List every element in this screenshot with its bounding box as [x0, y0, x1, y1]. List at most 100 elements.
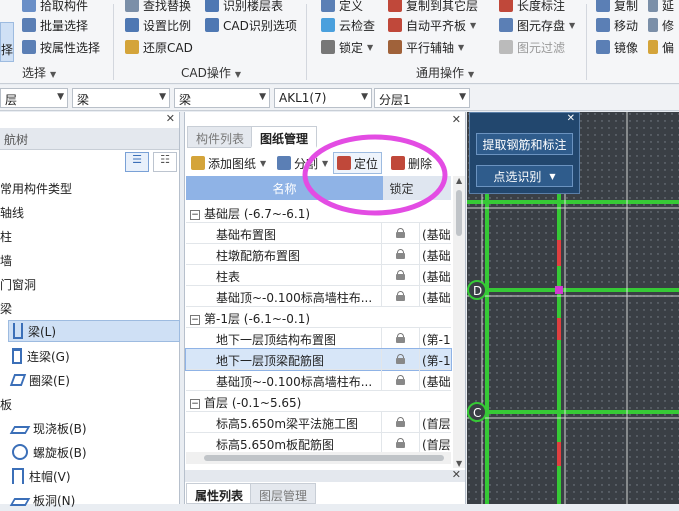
drawing-row[interactable]: 柱墩配筋布置图 (基础: [186, 244, 451, 265]
type-select[interactable]: 梁 ▼: [72, 88, 170, 108]
tree-view-icon[interactable]: ☷: [153, 152, 177, 172]
tree-item-slab[interactable]: 板: [0, 393, 12, 415]
drawing-row[interactable]: 基础布置图 (基础: [186, 223, 451, 244]
drawing-row[interactable]: 基础顶~-0.100标高墙柱布... (基础: [186, 370, 451, 391]
drawing-row[interactable]: 地下一层顶结构布置图 (第-1: [186, 328, 451, 349]
close-icon[interactable]: ✕: [452, 468, 461, 481]
property-select-icon: [22, 40, 36, 54]
component-select[interactable]: AKL1(7) ▼: [274, 88, 372, 108]
group-label-select[interactable]: 选择 ▼: [22, 64, 56, 81]
cloud-check-button[interactable]: 云检查: [321, 15, 375, 35]
tree-item-coupling-beam[interactable]: 连梁(G): [12, 345, 70, 367]
collapse-icon[interactable]: −: [190, 209, 200, 220]
vertical-scrollbar[interactable]: ▲ ▼: [453, 176, 465, 468]
copy-icon: [596, 0, 610, 12]
trim-button[interactable]: 修: [648, 15, 674, 35]
lock-button[interactable]: 锁定 ▼: [321, 37, 373, 57]
move-button[interactable]: 移动: [596, 15, 638, 35]
lock-icon[interactable]: [396, 354, 405, 364]
drawing-row[interactable]: 柱表 (基础: [186, 265, 451, 286]
close-icon[interactable]: ✕: [166, 112, 175, 125]
add-drawing-button[interactable]: 添加图纸 ▼: [191, 152, 266, 174]
auto-align-slab-button[interactable]: 自动平齐板 ▼: [388, 15, 476, 35]
horizontal-scrollbar[interactable]: [186, 452, 451, 464]
lock-icon: [321, 40, 335, 54]
lock-icon[interactable]: [396, 249, 405, 259]
save-element-button[interactable]: 图元存盘 ▼: [499, 15, 575, 35]
tree-item-slab-hole[interactable]: 板洞(N): [9, 489, 76, 511]
select-button-partial[interactable]: 择: [0, 22, 14, 62]
subtype-select[interactable]: 梁 ▼: [174, 88, 270, 108]
cloud-check-label: 云检查: [339, 18, 376, 33]
tab-layer-management[interactable]: 图层管理: [250, 483, 317, 504]
extract-rebar-button[interactable]: 提取钢筋和标注: [476, 133, 573, 155]
collapse-icon[interactable]: −: [190, 398, 200, 409]
cad-options-button[interactable]: CAD识别选项: [205, 15, 297, 35]
length-dimension-button[interactable]: 长度标注: [499, 0, 565, 15]
define-button[interactable]: 定义: [321, 0, 363, 15]
lock-icon[interactable]: [396, 270, 405, 280]
parallel-axis-button[interactable]: 平行辅轴 ▼: [388, 37, 464, 57]
tree-item-column-cap[interactable]: 柱帽(V): [12, 465, 71, 487]
layer-select[interactable]: 分层1 ▼: [374, 88, 470, 108]
tree-item-beam-l[interactable]: 梁(L): [8, 320, 180, 342]
floor-select[interactable]: 层 ▼: [0, 88, 68, 108]
tab-component-list[interactable]: 构件列表: [187, 126, 254, 148]
lock-icon[interactable]: [396, 417, 405, 427]
recognize-floor-table-button[interactable]: 识别楼层表: [205, 0, 283, 15]
drawing-name-cell: 地下一层顶梁配筋图: [186, 349, 382, 369]
lock-icon[interactable]: [396, 375, 405, 385]
tab-property-list[interactable]: 属性列表: [186, 483, 253, 504]
scrollbar-thumb[interactable]: [456, 190, 462, 236]
point-recognize-button[interactable]: 点选识别 ▼: [476, 165, 573, 187]
group-label-general[interactable]: 通用操作 ▼: [416, 64, 474, 81]
restore-cad-button[interactable]: 还原CAD: [125, 37, 193, 57]
set-scale-button[interactable]: 设置比例: [125, 15, 191, 35]
close-icon[interactable]: ✕: [452, 113, 461, 126]
tree-item-cast-slab[interactable]: 现浇板(B): [9, 417, 87, 439]
drawing-row[interactable]: 地下一层顶梁配筋图 (第-1: [185, 348, 452, 371]
horizontal-scrollbar-thumb[interactable]: [204, 455, 444, 461]
tree-item-label: 柱帽(V): [29, 469, 71, 484]
annotation-ellipse-shape: [302, 134, 448, 216]
copy-to-floor-button[interactable]: 复制到其它层: [388, 0, 478, 15]
lock-icon[interactable]: [396, 228, 405, 238]
collapse-icon[interactable]: −: [190, 314, 200, 325]
find-replace-button[interactable]: 查找替换: [125, 0, 191, 15]
scroll-down-icon[interactable]: ▼: [456, 459, 462, 468]
lock-icon[interactable]: [396, 291, 405, 301]
tree-item-common[interactable]: 常用构件类型: [0, 177, 72, 199]
drawing-row[interactable]: 基础顶~-0.100标高墙柱布... (基础: [186, 286, 451, 307]
tree-item-spiral-slab[interactable]: 螺旋板(B): [12, 441, 87, 463]
tree-item-beam[interactable]: 梁: [0, 297, 12, 319]
tree-item-axis[interactable]: 轴线: [0, 201, 24, 223]
group-label-general-text: 通用操作: [416, 66, 465, 80]
drawing-group-row[interactable]: − 第-1层 (-6.1~-0.1): [186, 307, 451, 328]
tree-item-label: 柱: [0, 229, 13, 244]
batch-select-button[interactable]: 批量选择: [22, 15, 88, 35]
tree-item-column[interactable]: 柱: [0, 225, 12, 247]
close-icon[interactable]: ✕: [567, 113, 575, 124]
tree-item-ring-beam[interactable]: 圈梁(E): [9, 369, 70, 391]
drawing-row[interactable]: 标高5.650m梁平法施工图 (首层: [186, 412, 451, 433]
lock-icon[interactable]: [396, 438, 405, 448]
offset-button[interactable]: 偏: [648, 37, 674, 57]
drawing-group-row[interactable]: − 首层 (-0.1~5.65): [186, 391, 451, 412]
mirror-button[interactable]: 镜像: [596, 37, 638, 57]
drawing-row[interactable]: 标高5.650m板配筋图 (首层: [186, 433, 451, 454]
drawing-name-cell: 柱表: [186, 265, 382, 285]
element-filter-button[interactable]: 图元过滤: [499, 37, 565, 57]
scroll-up-icon[interactable]: ▲: [456, 176, 462, 185]
tree-item-wall[interactable]: 墙: [0, 249, 12, 271]
pick-component-button[interactable]: 拾取构件: [22, 0, 88, 15]
tree-item-door-window[interactable]: 门窗洞: [0, 273, 36, 295]
lock-icon[interactable]: [396, 333, 405, 343]
list-view-icon[interactable]: ☰: [125, 152, 149, 172]
extend-button[interactable]: 延: [648, 0, 674, 15]
group-label-cad[interactable]: CAD操作 ▼: [181, 64, 241, 81]
tree-item-label: 板洞(N): [33, 493, 76, 508]
chevron-down-icon: ▼: [470, 20, 477, 30]
select-by-property-button[interactable]: 按属性选择: [22, 37, 100, 57]
table-icon: [205, 0, 219, 12]
copy-button[interactable]: 复制: [596, 0, 638, 15]
